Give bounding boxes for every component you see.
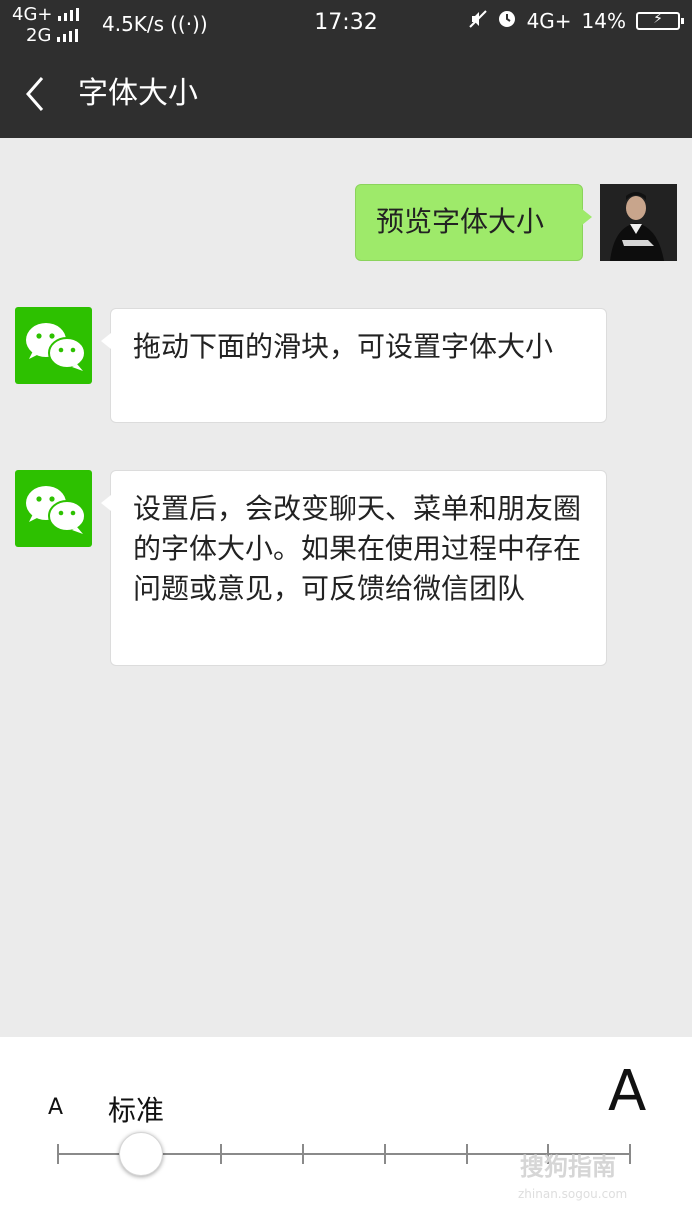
system-message-bubble: 设置后，会改变聊天、菜单和朋友圈的字体大小。如果在使用过程中存在问题或意见，可反… xyxy=(101,470,607,666)
wechat-logo-icon xyxy=(26,486,86,534)
wechat-logo-icon xyxy=(26,323,86,371)
battery-percent: 14% xyxy=(581,8,626,33)
slider-tick[interactable] xyxy=(302,1144,305,1164)
slider-tick[interactable] xyxy=(220,1144,223,1164)
my-message-bubble: 预览字体大小 xyxy=(355,184,592,261)
top-bar: 4G+ 2G 4.5K/s ((·)) 17:32 4G+ 14% ⚡ 字体大小 xyxy=(0,0,692,138)
watermark: 搜狗指南 xyxy=(520,1153,616,1181)
large-font-label: A xyxy=(608,1059,647,1124)
alarm-icon xyxy=(497,8,517,33)
page-title: 字体大小 xyxy=(78,76,198,111)
back-button[interactable] xyxy=(20,72,60,116)
watermark-url: zhinan.sogou.com xyxy=(518,1187,628,1201)
small-font-label: A xyxy=(48,1095,64,1120)
slider-tick[interactable] xyxy=(383,1144,386,1164)
status-right: 4G+ 14% ⚡ xyxy=(468,8,684,33)
font-size-panel: A 标准 A 搜狗指南 zhinan.sogou.com xyxy=(0,1037,692,1230)
title-bar: 字体大小 xyxy=(0,50,692,138)
user-avatar[interactable] xyxy=(600,184,677,261)
slider-tick[interactable] xyxy=(57,1144,59,1164)
wechat-avatar[interactable] xyxy=(15,470,92,547)
network-type-right: 4G+ xyxy=(526,8,572,33)
slider-tick[interactable] xyxy=(465,1144,468,1164)
slider-tick[interactable] xyxy=(629,1144,631,1164)
battery-icon: ⚡ xyxy=(636,11,684,30)
chevron-left-icon xyxy=(26,77,44,111)
slider-thumb[interactable] xyxy=(118,1132,163,1176)
system-message-bubble: 拖动下面的滑块，可设置字体大小 xyxy=(101,308,607,423)
status-bar: 4G+ 2G 4.5K/s ((·)) 17:32 4G+ 14% ⚡ xyxy=(0,0,692,50)
current-size-label: 标准 xyxy=(108,1094,165,1127)
wechat-avatar[interactable] xyxy=(15,307,92,384)
mute-icon xyxy=(468,9,487,33)
